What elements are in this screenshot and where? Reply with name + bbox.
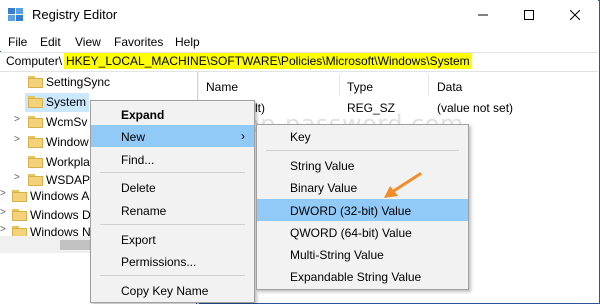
- chevron-right-icon[interactable]: >: [0, 207, 6, 218]
- menu-separator: [266, 150, 459, 151]
- menu-item-expand[interactable]: Expand: [121, 108, 164, 122]
- submenu-item-multi-string-value[interactable]: Multi-String Value: [290, 248, 384, 262]
- folder-icon: [28, 116, 43, 128]
- column-divider[interactable]: [339, 74, 340, 96]
- menu-item-new[interactable]: New: [121, 130, 145, 144]
- close-button[interactable]: [552, 0, 598, 30]
- list-header: [200, 76, 598, 98]
- tree-item-windows[interactable]: Window: [46, 135, 89, 149]
- menu-help[interactable]: Help: [175, 35, 200, 49]
- menu-separator: [100, 172, 245, 173]
- chevron-right-icon[interactable]: >: [0, 224, 6, 235]
- tree-item-windows-a[interactable]: Windows A: [30, 189, 89, 203]
- menu-edit[interactable]: Edit: [40, 35, 61, 49]
- folder-icon: [28, 96, 43, 108]
- folder-icon: [28, 156, 43, 168]
- folder-icon: [28, 136, 43, 148]
- menu-item-copy-key-name[interactable]: Copy Key Name: [121, 284, 208, 298]
- submenu-item-key[interactable]: Key: [290, 130, 311, 144]
- chevron-right-icon[interactable]: >: [14, 114, 20, 125]
- chevron-right-icon[interactable]: >: [14, 134, 20, 145]
- tree-item-windows-d[interactable]: Windows D: [30, 208, 91, 222]
- menu-file[interactable]: File: [8, 35, 27, 49]
- menu-separator: [100, 275, 245, 276]
- tree-item-wcmsvc[interactable]: WcmSv: [46, 115, 87, 129]
- column-header-type[interactable]: Type: [347, 80, 373, 94]
- address-path[interactable]: HKEY_LOCAL_MACHINE\SOFTWARE\Policies\Mic…: [64, 53, 472, 69]
- tree-item-wsdapi[interactable]: WSDAP: [46, 173, 90, 187]
- folder-icon: [28, 76, 43, 88]
- address-prefix: Computer\: [6, 54, 63, 68]
- menu-separator: [100, 224, 245, 225]
- minimize-button[interactable]: [460, 0, 506, 30]
- folder-icon: [12, 209, 27, 221]
- tree-item-settingsync[interactable]: SettingSync: [46, 75, 110, 89]
- menu-item-export[interactable]: Export: [121, 233, 156, 247]
- submenu-item-expandable-string-value[interactable]: Expandable String Value: [290, 270, 421, 284]
- folder-icon: [12, 190, 27, 202]
- window-title: Registry Editor: [32, 7, 118, 22]
- registry-app-icon: [8, 8, 24, 22]
- maximize-button[interactable]: [506, 0, 552, 30]
- menu-view[interactable]: View: [75, 35, 101, 49]
- menu-item-rename[interactable]: Rename: [121, 204, 166, 218]
- tree-item-system[interactable]: System: [46, 95, 86, 109]
- folder-icon: [28, 174, 43, 186]
- chevron-right-icon: ›: [241, 129, 245, 143]
- chevron-right-icon[interactable]: >: [14, 172, 20, 183]
- menu-item-delete[interactable]: Delete: [121, 181, 156, 195]
- orange-arrow-icon: [378, 170, 428, 200]
- maximize-icon: [524, 10, 534, 20]
- menu-item-permissions[interactable]: Permissions...: [121, 255, 196, 269]
- submenu-item-binary-value[interactable]: Binary Value: [290, 181, 357, 195]
- submenu-item-qword-value[interactable]: QWORD (64-bit) Value: [290, 226, 412, 240]
- column-header-data[interactable]: Data: [437, 80, 462, 94]
- menu-item-new-highlight[interactable]: [91, 125, 254, 147]
- column-header-name[interactable]: Name: [206, 80, 238, 94]
- close-icon: [570, 10, 580, 20]
- submenu-item-dword-value[interactable]: DWORD (32-bit) Value: [290, 204, 411, 218]
- column-divider[interactable]: [428, 74, 429, 96]
- minimize-icon: [478, 10, 488, 20]
- submenu-item-string-value[interactable]: String Value: [290, 159, 354, 173]
- chevron-right-icon[interactable]: >: [0, 188, 6, 199]
- tree-item-workplace[interactable]: Workpla: [46, 155, 90, 169]
- menu-item-find[interactable]: Find...: [121, 153, 154, 167]
- menu-favorites[interactable]: Favorites: [114, 35, 163, 49]
